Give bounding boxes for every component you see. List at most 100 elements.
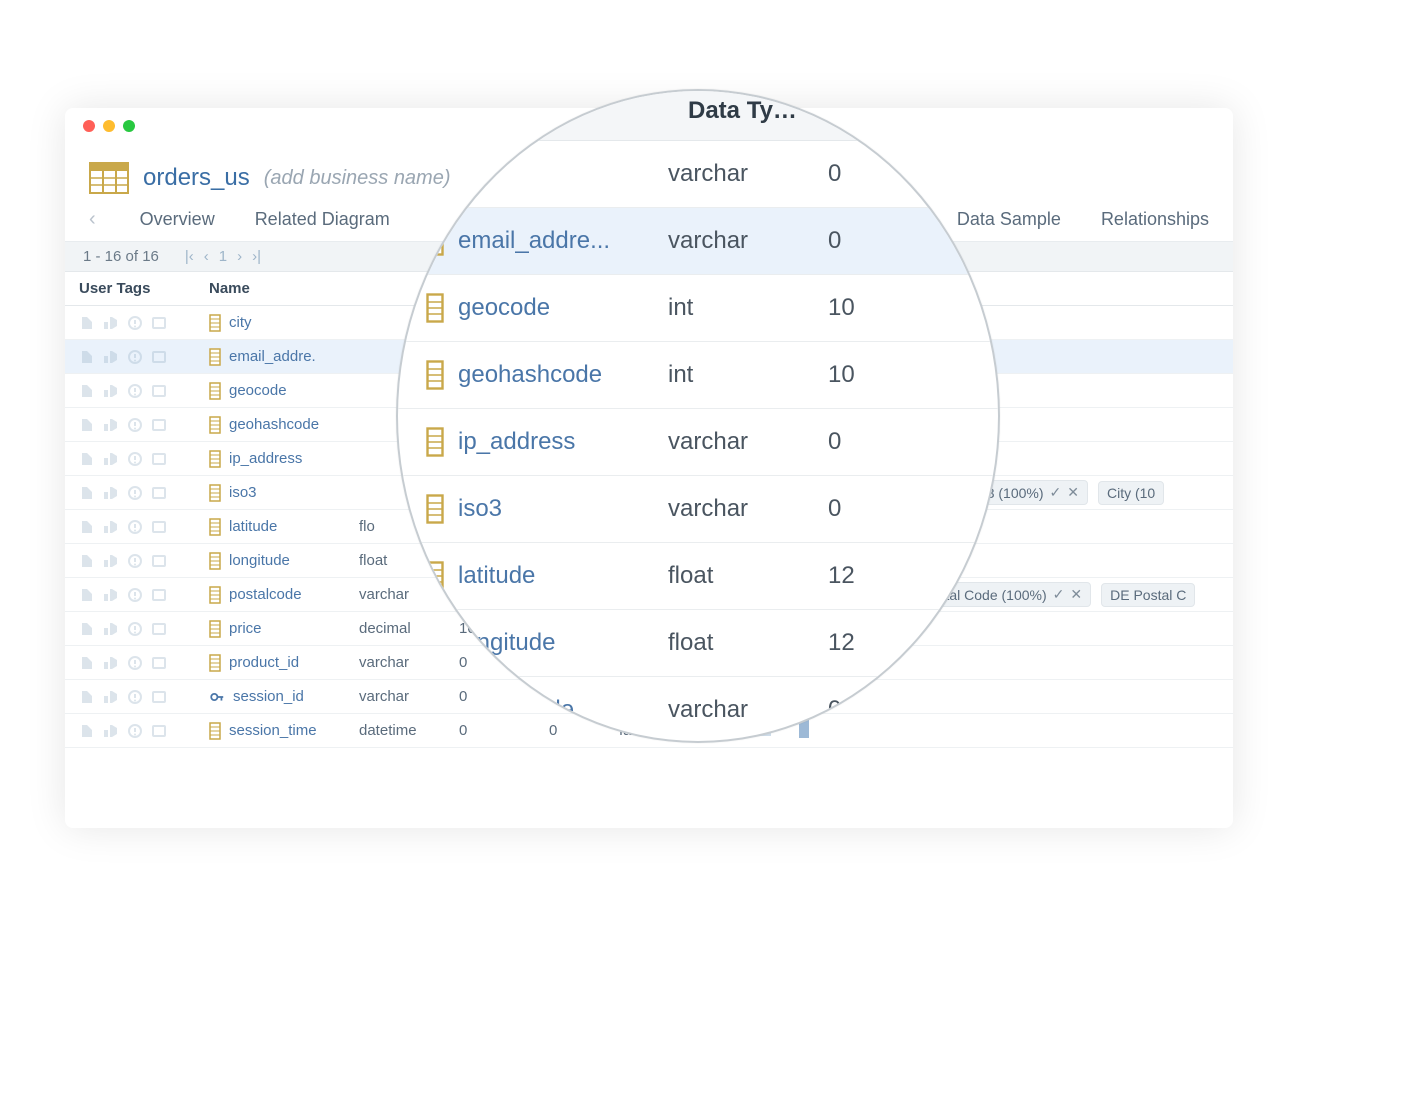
lens-length: 10 — [828, 294, 918, 322]
note-icon[interactable] — [151, 689, 167, 705]
note-icon[interactable] — [151, 485, 167, 501]
info-icon[interactable] — [127, 587, 143, 603]
semantic-tag-label: DE Postal C — [1110, 587, 1186, 603]
window-close-icon[interactable] — [83, 120, 95, 132]
info-icon[interactable] — [127, 451, 143, 467]
table-title: orders_us — [143, 164, 250, 192]
note-icon[interactable] — [151, 349, 167, 365]
bookmark-icon[interactable] — [79, 723, 95, 739]
magnifier-view: Data Ty… cityvarchar0email_addre...varch… — [396, 89, 1000, 743]
tab-overview[interactable]: Overview — [140, 209, 215, 230]
lens-data-type: float — [668, 629, 828, 657]
check-icon[interactable]: ✓ — [1050, 484, 1062, 501]
close-icon[interactable]: ✕ — [1067, 484, 1079, 501]
pager-last-icon[interactable]: ›| — [252, 248, 261, 265]
semantic-tag[interactable]: DE Postal C — [1101, 583, 1195, 607]
lens-length: 0 — [828, 428, 918, 456]
window-minimize-icon[interactable] — [103, 120, 115, 132]
info-icon[interactable] — [127, 689, 143, 705]
thumbs-up-icon[interactable] — [103, 655, 119, 671]
note-icon[interactable] — [151, 417, 167, 433]
info-icon[interactable] — [127, 349, 143, 365]
column-icon — [209, 484, 221, 502]
window-zoom-icon[interactable] — [123, 120, 135, 132]
lens-row[interactable]: geohashcodeint10 — [396, 342, 1000, 409]
lens-row[interactable]: latitudefloat12 — [396, 543, 1000, 610]
chevron-left-icon[interactable]: ‹ — [89, 208, 100, 231]
note-icon[interactable] — [151, 723, 167, 739]
thumbs-up-icon[interactable] — [103, 553, 119, 569]
column-icon — [426, 226, 444, 256]
lens-row[interactable]: geocodeint10 — [396, 275, 1000, 342]
info-icon[interactable] — [127, 723, 143, 739]
info-icon[interactable] — [127, 655, 143, 671]
note-icon[interactable] — [151, 383, 167, 399]
bookmark-icon[interactable] — [79, 519, 95, 535]
bookmark-icon[interactable] — [79, 383, 95, 399]
bookmark-icon[interactable] — [79, 587, 95, 603]
pager-prev-icon[interactable]: ‹ — [204, 248, 209, 265]
pager-first-icon[interactable]: |‹ — [185, 248, 194, 265]
column-name-label: email_addre. — [229, 348, 316, 365]
note-icon[interactable] — [151, 553, 167, 569]
thumbs-up-icon[interactable] — [103, 417, 119, 433]
thumbs-up-icon[interactable] — [103, 689, 119, 705]
column-name-label: price — [229, 620, 262, 637]
note-icon[interactable] — [151, 519, 167, 535]
key-icon — [209, 689, 225, 705]
thumbs-up-icon[interactable] — [103, 519, 119, 535]
column-icon — [426, 293, 444, 323]
info-icon[interactable] — [127, 315, 143, 331]
note-icon[interactable] — [151, 587, 167, 603]
bookmark-icon[interactable] — [79, 417, 95, 433]
thumbs-up-icon[interactable] — [103, 349, 119, 365]
info-icon[interactable] — [127, 485, 143, 501]
info-icon[interactable] — [127, 417, 143, 433]
bookmark-icon[interactable] — [79, 655, 95, 671]
info-icon[interactable] — [127, 553, 143, 569]
lens-row[interactable]: postalcodevarchar0 — [396, 677, 1000, 743]
note-icon[interactable] — [151, 451, 167, 467]
semantic-tag[interactable]: City (10 — [1098, 481, 1164, 505]
close-icon[interactable]: ✕ — [1070, 586, 1082, 603]
pager-next-icon[interactable]: › — [237, 248, 242, 265]
lens-row[interactable]: ip_addressvarchar0 — [396, 409, 1000, 476]
bookmark-icon[interactable] — [79, 349, 95, 365]
lens-row[interactable]: email_addre...varchar0 — [396, 208, 1000, 275]
info-icon[interactable] — [127, 519, 143, 535]
column-name-label: postalcode — [229, 586, 302, 603]
thumbs-up-icon[interactable] — [103, 315, 119, 331]
bookmark-icon[interactable] — [79, 689, 95, 705]
note-icon[interactable] — [151, 655, 167, 671]
col-user-tags[interactable]: User Tags — [79, 280, 209, 297]
lens-length: 0 — [828, 495, 918, 523]
column-name-label: session_id — [233, 688, 304, 705]
column-icon — [426, 494, 444, 524]
info-icon[interactable] — [127, 621, 143, 637]
lens-header-data-type: Data Ty… — [396, 89, 1000, 141]
column-icon — [426, 427, 444, 457]
bookmark-icon[interactable] — [79, 315, 95, 331]
column-name-label: city — [229, 314, 252, 331]
lens-row[interactable]: cityvarchar0 — [396, 141, 1000, 208]
bookmark-icon[interactable] — [79, 451, 95, 467]
thumbs-up-icon[interactable] — [103, 485, 119, 501]
tab-related[interactable]: Related Diagram — [255, 209, 390, 230]
thumbs-up-icon[interactable] — [103, 587, 119, 603]
bookmark-icon[interactable] — [79, 485, 95, 501]
bookmark-icon[interactable] — [79, 621, 95, 637]
tab-relationships[interactable]: Relationships — [1101, 209, 1209, 230]
thumbs-up-icon[interactable] — [103, 383, 119, 399]
bookmark-icon[interactable] — [79, 553, 95, 569]
check-icon[interactable]: ✓ — [1053, 586, 1065, 603]
info-icon[interactable] — [127, 383, 143, 399]
col-name[interactable]: Name — [209, 280, 359, 297]
note-icon[interactable] — [151, 621, 167, 637]
thumbs-up-icon[interactable] — [103, 723, 119, 739]
lens-column-name: email_addre... — [458, 227, 668, 255]
thumbs-up-icon[interactable] — [103, 451, 119, 467]
note-icon[interactable] — [151, 315, 167, 331]
lens-row[interactable]: iso3varchar0 — [396, 476, 1000, 543]
thumbs-up-icon[interactable] — [103, 621, 119, 637]
lens-row[interactable]: longitudefloat12 — [396, 610, 1000, 677]
